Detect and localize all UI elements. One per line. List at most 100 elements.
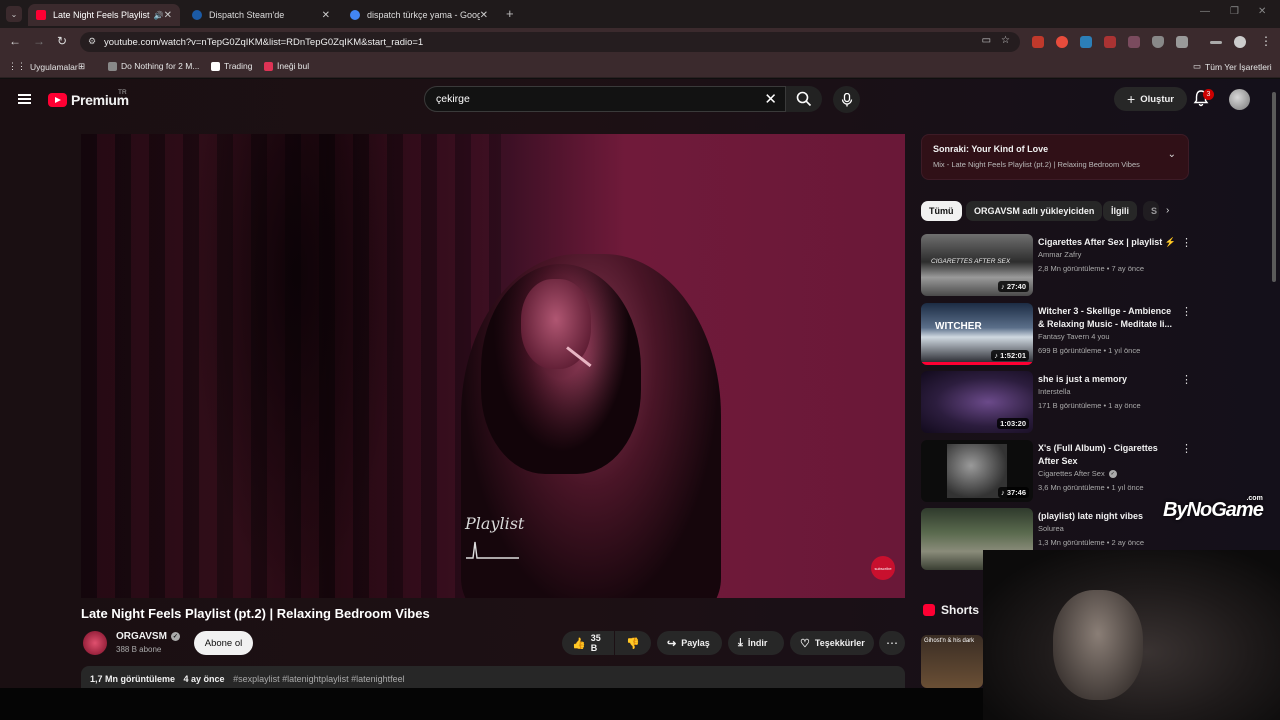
profile-avatar-icon[interactable] xyxy=(1234,36,1246,48)
recommendation-item[interactable]: WITCHER ♪ 1:52:01 Witcher 3 - Skellige -… xyxy=(921,303,1192,365)
recommendation-title: Witcher 3 - Skellige - Ambience & Relaxi… xyxy=(1038,306,1173,329)
bookmark-apps[interactable]: ⋮⋮ Uygulamalar xyxy=(8,61,78,72)
new-tab-icon[interactable]: + xyxy=(506,6,514,21)
chip-all[interactable]: Tümü xyxy=(921,201,962,221)
media-control-icon[interactable] xyxy=(1210,41,1222,44)
chip-related[interactable]: İlgili xyxy=(1103,201,1137,221)
tradingview-icon xyxy=(211,61,220,71)
close-icon[interactable]: ✕ xyxy=(322,10,330,21)
search-input[interactable]: çekirge ✕ xyxy=(424,86,786,112)
download-button[interactable]: ⤓ İndir xyxy=(728,631,784,655)
extension-icon[interactable] xyxy=(1056,36,1068,48)
chip-from-uploader[interactable]: ORGAVSM adlı yükleyiciden xyxy=(966,201,1103,221)
menu-icon[interactable] xyxy=(18,94,31,104)
cast-icon[interactable]: ▭ xyxy=(982,35,991,46)
webcam-overlay xyxy=(983,550,1280,720)
create-button[interactable]: + Oluştur xyxy=(1114,87,1187,111)
recommendation-item[interactable]: 1:03:20 she is just a memory Interstella… xyxy=(921,371,1192,433)
tab-youtube[interactable]: Late Night Feels Playlist (pt. 🔊 ✕ xyxy=(28,4,180,26)
dislike-button[interactable]: 👎 xyxy=(615,631,651,655)
tab-title: Late Night Feels Playlist (pt. xyxy=(53,10,150,20)
tab-google[interactable]: dispatch türkçe yama - Google ✕ xyxy=(342,4,496,26)
video-shadow xyxy=(191,134,401,598)
like-button[interactable]: 👍 35 B xyxy=(562,631,614,655)
extension-icon[interactable] xyxy=(1104,36,1116,48)
short-thumbnail[interactable]: Gihost'n & his dark xyxy=(921,635,983,688)
back-icon[interactable]: ← xyxy=(9,34,21,48)
url-text: youtube.com/watch?v=nTepG0ZqIKM&list=RDn… xyxy=(104,36,424,48)
puzzle-icon[interactable] xyxy=(1176,36,1188,48)
duration-badge: ♪ 1:52:01 xyxy=(991,350,1029,361)
video-thumbnail[interactable]: CIGARETTES AFTER SEX ♪ 27:40 xyxy=(921,234,1033,296)
tab-steam[interactable]: Dispatch Steam'de ✕ xyxy=(184,4,338,26)
extension-icon[interactable] xyxy=(1128,36,1140,48)
youtube-logo[interactable]: Premium TR xyxy=(48,89,129,108)
voice-search-button[interactable] xyxy=(833,86,860,113)
recommendation-channel[interactable]: Ammar Zafry xyxy=(1038,250,1081,259)
search-button[interactable] xyxy=(786,86,822,112)
thanks-button[interactable]: ♡ Teşekkürler xyxy=(790,631,874,655)
bookmark-grid[interactable]: ⊞ xyxy=(78,61,85,72)
bookmark-star-icon[interactable]: ☆ xyxy=(1001,35,1010,46)
recommendation-item[interactable]: ♪ 37:46 X's (Full Album) - Cigarettes Af… xyxy=(921,440,1192,502)
channel-avatar[interactable] xyxy=(83,631,107,655)
extension-icon[interactable] xyxy=(1032,36,1044,48)
watch-progress-bar xyxy=(921,362,1033,365)
hashtags[interactable]: #sexplaylist #latenightplaylist #latenig… xyxy=(233,674,405,684)
recommendation-channel[interactable]: Cigarettes After Sex ✓ xyxy=(1038,469,1117,478)
restore-icon[interactable]: ❐ xyxy=(1230,6,1239,17)
clear-search-icon[interactable]: ✕ xyxy=(764,90,777,108)
tab-search-button[interactable]: ⌄ xyxy=(6,6,22,22)
thumbs-up-icon: 👍 xyxy=(572,637,586,650)
chip-partial[interactable]: S xyxy=(1143,201,1159,221)
recommendation-channel[interactable]: Solurea xyxy=(1038,524,1064,533)
extension-icon[interactable] xyxy=(1080,36,1092,48)
address-bar[interactable]: ⚙ youtube.com/watch?v=nTepG0ZqIKM&list=R… xyxy=(80,32,1020,52)
close-window-icon[interactable]: ✕ xyxy=(1258,6,1266,17)
minimize-icon[interactable]: — xyxy=(1200,6,1210,17)
kebab-menu-icon[interactable]: ⋮ xyxy=(1181,305,1192,318)
reload-icon[interactable]: ↻ xyxy=(57,34,67,48)
kebab-menu-icon[interactable]: ⋮ xyxy=(1181,236,1192,249)
recommendation-meta: 1,3 Mn görüntüleme • 2 ay önce xyxy=(1038,538,1145,547)
audio-icon[interactable]: 🔊 xyxy=(154,11,164,20)
recommendation-channel[interactable]: Fantasy Tavern 4 you xyxy=(1038,332,1110,341)
video-thumbnail[interactable]: WITCHER ♪ 1:52:01 xyxy=(921,303,1033,365)
video-thumbnail[interactable]: ♪ 37:46 xyxy=(921,440,1033,502)
plus-icon: + xyxy=(1127,91,1136,107)
channel-name[interactable]: ORGAVSM ✓ xyxy=(116,631,180,642)
recommendation-item[interactable]: CIGARETTES AFTER SEX ♪ 27:40 Cigarettes … xyxy=(921,234,1192,296)
video-player[interactable]: Playlist subscribe xyxy=(81,134,905,598)
kebab-menu-icon[interactable]: ⋮ xyxy=(1181,373,1192,386)
grid-icon: ⊞ xyxy=(78,61,86,71)
description-box[interactable]: 1,7 Mn görüntüleme 4 ay önce #sexplaylis… xyxy=(81,666,905,688)
subscribe-watermark[interactable]: subscribe xyxy=(871,556,895,580)
kebab-menu-icon[interactable]: ⋮ xyxy=(1181,442,1192,455)
steam-favicon-icon xyxy=(192,10,202,20)
shorts-heading: Shorts xyxy=(923,603,979,617)
recommendation-channel[interactable]: Interstella xyxy=(1038,387,1071,396)
shield-icon[interactable] xyxy=(1152,36,1164,48)
kebab-menu-icon[interactable]: ⋮ xyxy=(1260,34,1272,48)
close-icon[interactable]: ✕ xyxy=(480,10,488,21)
microphone-icon xyxy=(841,92,852,106)
site-info-icon[interactable]: ⚙ xyxy=(88,36,96,47)
chevron-down-icon[interactable]: ⌄ xyxy=(1168,149,1176,160)
bookmark-trading[interactable]: Trading xyxy=(211,61,253,71)
close-icon[interactable]: ✕ xyxy=(164,10,172,21)
recommendation-meta: 3,6 Mn görüntüleme • 1 yıl önce xyxy=(1038,483,1144,492)
all-bookmarks[interactable]: ▭ Tüm Yer İşaretleri xyxy=(1193,61,1272,72)
more-actions-icon[interactable]: ⋯ xyxy=(879,631,905,655)
share-button[interactable]: ↪ Paylaş xyxy=(657,631,722,655)
page-scrollbar[interactable] xyxy=(1272,92,1276,282)
chevron-right-icon[interactable]: › xyxy=(1166,205,1169,216)
next-up-panel[interactable]: Sonraki: Your Kind of Love Mix - Late Ni… xyxy=(921,134,1189,180)
video-thumbnail[interactable]: 1:03:20 xyxy=(921,371,1033,433)
bookmark-do-nothing[interactable]: Do Nothing for 2 M... xyxy=(108,61,199,71)
recommendation-meta: 699 B görüntüleme • 1 yıl önce xyxy=(1038,346,1141,355)
subscribe-button[interactable]: Abone ol xyxy=(194,631,253,655)
bookmark-inegi-bul[interactable]: İneği bul xyxy=(264,61,309,71)
forward-icon[interactable]: → xyxy=(33,34,45,48)
account-avatar[interactable] xyxy=(1229,89,1250,110)
google-favicon-icon xyxy=(350,10,360,20)
